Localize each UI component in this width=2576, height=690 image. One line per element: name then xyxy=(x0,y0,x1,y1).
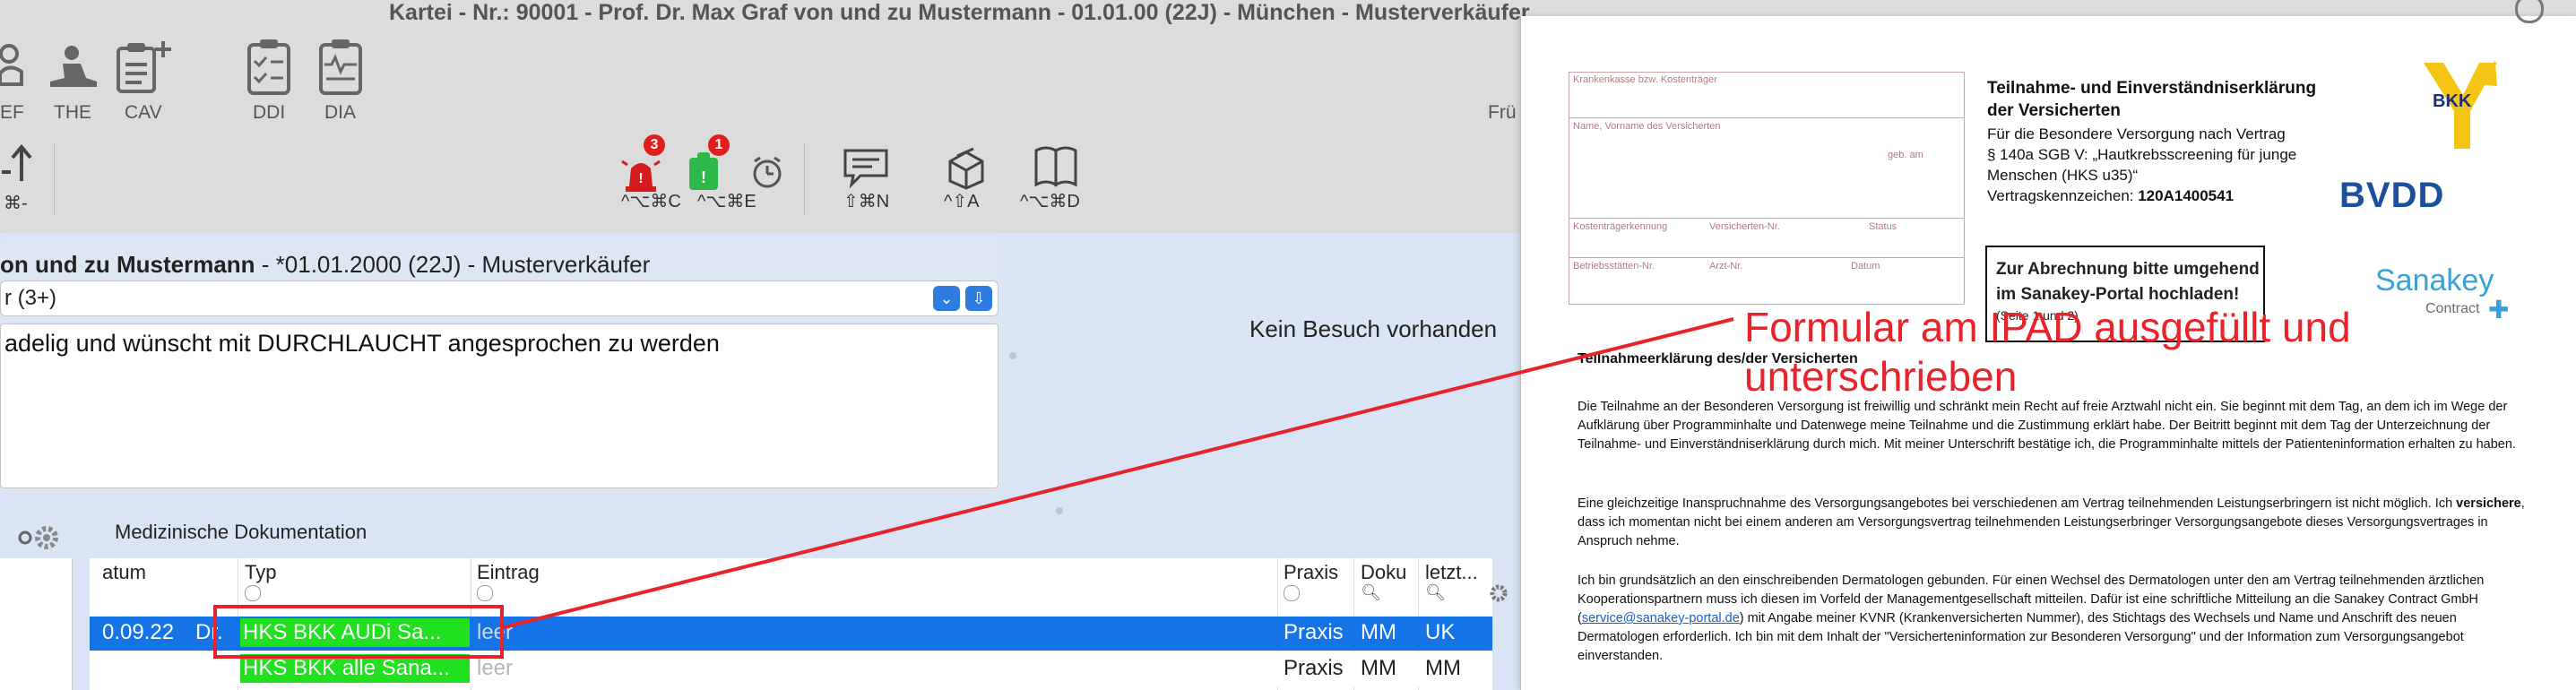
annotation-text: Formular am IPAD ausgefüllt und unterschr… xyxy=(1744,303,2351,401)
annotation-line: unterschrieben xyxy=(1744,353,2018,400)
annotation-line: Formular am IPAD ausgefüllt und xyxy=(1744,304,2351,350)
